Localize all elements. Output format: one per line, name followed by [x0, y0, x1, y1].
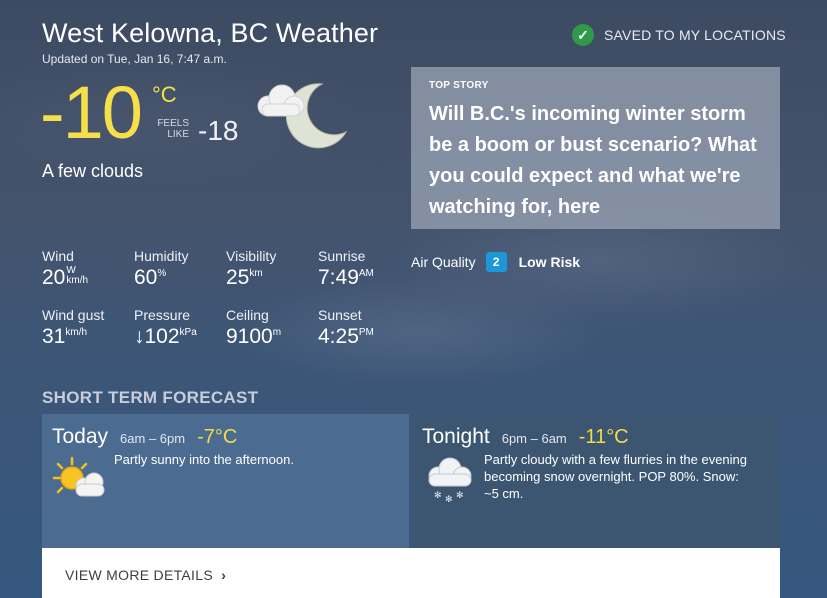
- metric-ceiling: Ceiling 9100m: [226, 307, 281, 349]
- humidity-label: Humidity: [134, 248, 189, 264]
- view-more-details-label: VIEW MORE DETAILS: [65, 567, 213, 583]
- visibility-value: 25: [226, 266, 250, 289]
- feels-label-line2: LIKE: [167, 129, 189, 140]
- air-quality-label: Air Quality: [411, 254, 476, 270]
- top-story-card[interactable]: TOP STORY Will B.C.'s incoming winter st…: [411, 67, 780, 229]
- pressure-label: Pressure: [134, 307, 191, 323]
- svg-text:✻: ✻: [445, 495, 453, 504]
- forecast-tonight-period: Tonight: [422, 425, 490, 448]
- metric-wind: Wind 20 Wkm/h: [42, 248, 88, 290]
- metric-sunset: Sunset 4:25PM: [318, 307, 374, 349]
- air-quality[interactable]: Air Quality 2 Low Risk: [411, 252, 580, 272]
- wind-gust-unit: km/h: [65, 327, 88, 338]
- forecast-card-today[interactable]: Today 6am – 6pm -7°C Partly sunny into t…: [42, 414, 409, 548]
- ceiling-value: 9100: [226, 325, 273, 348]
- metric-humidity: Humidity 60%: [134, 248, 188, 290]
- metric-pressure: Pressure ↓102kPa: [134, 307, 197, 349]
- updated-timestamp: Updated on Tue, Jan 16, 7:47 a.m.: [42, 52, 227, 66]
- visibility-value-group: 25km: [226, 266, 276, 290]
- ceiling-unit: m: [272, 327, 282, 338]
- svg-text:✻: ✻: [434, 491, 442, 501]
- sunrise-unit: AM: [358, 268, 374, 279]
- humidity-unit: %: [157, 268, 167, 279]
- wind-gust-value: 31: [42, 325, 66, 348]
- sunrise-value: 7:49: [318, 266, 359, 289]
- cloudy-moon-icon: [250, 80, 350, 155]
- pressure-value: 102: [144, 325, 180, 348]
- page-title: West Kelowna, BC Weather: [42, 18, 379, 48]
- air-quality-risk: Low Risk: [518, 254, 581, 270]
- visibility-label: Visibility: [226, 248, 277, 264]
- wind-gust-value-group: 31km/h: [42, 325, 104, 349]
- wind-gust-label: Wind gust: [42, 307, 105, 323]
- pressure-unit: kPa: [179, 327, 197, 338]
- forecast-card-tonight[interactable]: Tonight 6pm – 6am -11°C ✻ ✻ ✻ Partly clo…: [412, 414, 780, 548]
- air-quality-index-badge: 2: [485, 252, 507, 272]
- forecast-tonight-temp: -11°C: [578, 426, 629, 448]
- sunset-label: Sunset: [318, 307, 362, 323]
- temperature-unit: °C: [152, 82, 177, 107]
- forecast-today-temp: -7°C: [197, 426, 238, 448]
- pressure-value-group: ↓102kPa: [134, 325, 197, 349]
- forecast-today-period: Today: [52, 425, 109, 448]
- wind-unit: km/h: [66, 275, 89, 286]
- current-temperature: -10: [40, 71, 143, 154]
- short-term-forecast-heading: SHORT TERM FORECAST: [42, 388, 259, 407]
- feels-label-line1: FEELS: [157, 118, 189, 129]
- wind-label: Wind: [42, 248, 74, 264]
- feels-like-label: FEELS LIKE: [157, 118, 189, 140]
- saved-locations-button[interactable]: ✓ SAVED TO MY LOCATIONS: [572, 24, 786, 46]
- sunrise-label: Sunrise: [318, 248, 366, 264]
- ceiling-value-group: 9100m: [226, 325, 281, 349]
- current-condition: A few clouds: [42, 161, 144, 181]
- visibility-unit: km: [249, 268, 263, 279]
- saved-locations-label: SAVED TO MY LOCATIONS: [604, 27, 786, 43]
- forecast-today-time: 6am – 6pm: [120, 431, 186, 446]
- sunset-value: 4:25: [318, 325, 359, 348]
- ceiling-label: Ceiling: [226, 307, 269, 323]
- top-story-label: TOP STORY: [429, 80, 489, 91]
- view-more-details-button[interactable]: VIEW MORE DETAILS ›: [42, 548, 780, 598]
- partly-sunny-icon: [52, 456, 108, 505]
- sunset-value-group: 4:25PM: [318, 325, 374, 349]
- forecast-today-description: Partly sunny into the afternoon.: [114, 452, 294, 467]
- wind-value-group: 20 Wkm/h: [42, 266, 88, 290]
- feels-like-value: -18: [198, 115, 239, 146]
- pressure-trend-icon: ↓: [134, 325, 145, 348]
- humidity-value-group: 60%: [134, 266, 188, 290]
- humidity-value: 60: [134, 266, 158, 289]
- metric-visibility: Visibility 25km: [226, 248, 276, 290]
- sunrise-value-group: 7:49AM: [318, 266, 374, 290]
- cloud-snow-icon: ✻ ✻ ✻: [422, 456, 476, 509]
- metric-sunrise: Sunrise 7:49AM: [318, 248, 374, 290]
- sunset-unit: PM: [358, 327, 374, 338]
- top-story-headline[interactable]: Will B.C.'s incoming winter storm be a b…: [429, 99, 762, 223]
- check-icon: ✓: [572, 24, 594, 46]
- forecast-tonight-description: Partly cloudy with a few flurries in the…: [484, 452, 748, 501]
- svg-text:✻: ✻: [456, 491, 464, 501]
- wind-value: 20: [42, 266, 66, 289]
- chevron-right-icon: ›: [221, 567, 227, 583]
- forecast-tonight-time: 6pm – 6am: [501, 431, 567, 446]
- metric-wind-gust: Wind gust 31km/h: [42, 307, 104, 349]
